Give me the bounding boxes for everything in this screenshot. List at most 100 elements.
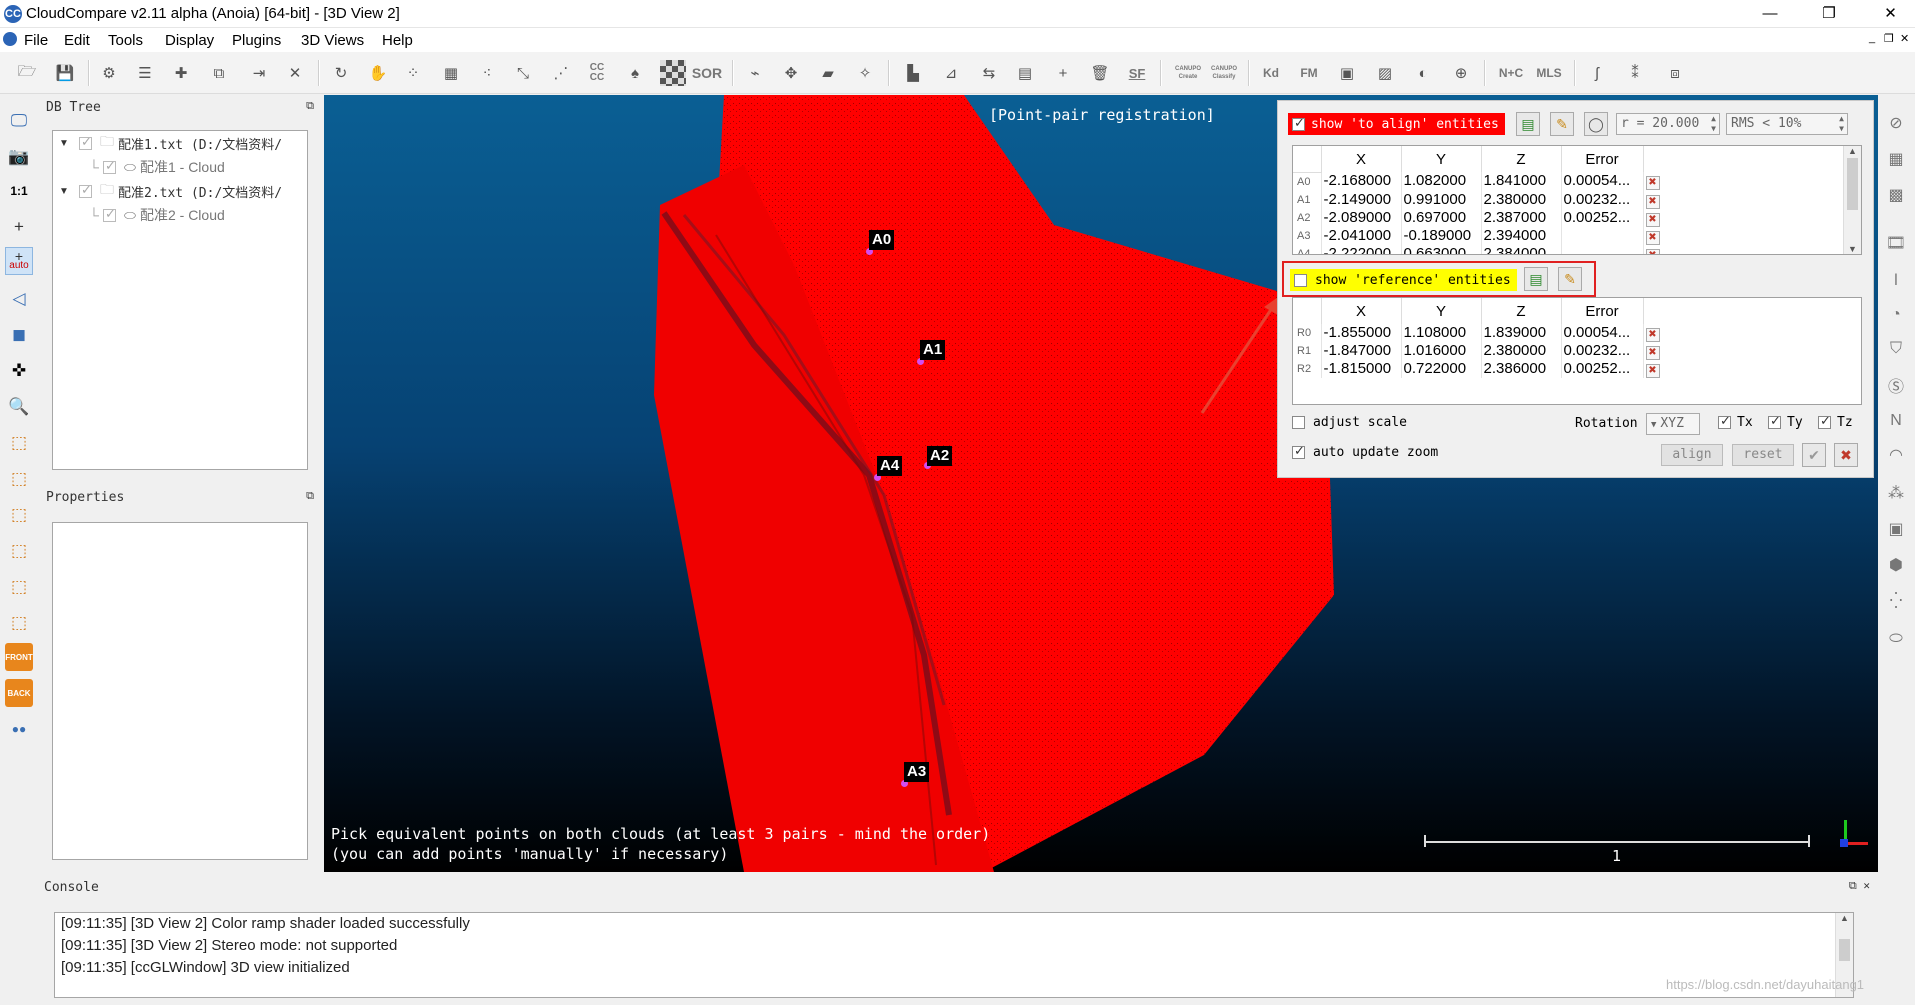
tree-item[interactable]: └ ⬭ 配准2 - Cloud [53,203,307,227]
noise-icon[interactable]: ⁖ [474,60,500,86]
auto-pivot-icon[interactable]: + auto [5,247,33,275]
sphere-radius-icon[interactable]: ◯ [1584,112,1608,136]
menu-tools[interactable]: Tools [108,32,143,49]
visibility-checkbox[interactable] [79,134,92,150]
table-row[interactable]: A2 -2.089000 0.697000 2.387000 0.00252... ✖ [1293,208,1663,227]
sample-icon[interactable]: ⁘ [400,60,426,86]
back-iso-icon[interactable]: BACK [5,679,33,707]
kd-icon[interactable]: Kd [1258,60,1284,86]
remove-point-icon[interactable]: ✖ [1645,248,1660,254]
remove-point-icon[interactable]: ✖ [1645,212,1660,227]
chevron-down-icon[interactable]: ▼ [1651,420,1656,430]
ellipse-icon[interactable]: ⬭ [1882,625,1910,653]
pcv-icon[interactable]: ▣ [1882,515,1910,543]
close-button[interactable]: ✕ [1866,0,1915,28]
tree-item[interactable]: ▼ 🗀 配准2.txt (D:/文档资料/ [53,179,307,203]
remove-point-icon[interactable]: ✖ [1645,194,1660,209]
scroll-down-icon[interactable]: ▼ [1844,244,1861,254]
restore-button[interactable]: ❐ [1806,0,1852,28]
mdi-minimize-button[interactable]: _ [1869,32,1875,44]
align-icon[interactable]: ✧ [852,60,878,86]
translate-icon[interactable]: ✥ [778,60,804,86]
left-view-icon[interactable]: ⬚ [5,501,33,529]
merge-icon[interactable]: ✚ [168,60,194,86]
float-panel-icon[interactable]: ⧉ [306,489,314,503]
cube-icon[interactable]: ◼ [5,321,33,349]
ty-option[interactable]: Ty [1768,413,1803,430]
align-button[interactable]: align [1661,444,1723,466]
remove-point-icon[interactable]: ✖ [1645,328,1660,342]
grid-icon[interactable]: ▩ [1882,181,1910,209]
m3c2-icon[interactable]: ⁂ [1882,479,1910,507]
mdi-close-button[interactable]: ✕ [1900,32,1909,45]
curve-icon[interactable]: ʃ [1584,60,1610,86]
auto-update-zoom-checkbox[interactable] [1292,443,1305,459]
menu-plugins[interactable]: Plugins [232,32,281,49]
validate-icon[interactable]: ✔ [1802,443,1826,467]
crop-icon[interactable]: ⋰ [548,60,574,86]
sf-circle-icon[interactable]: Ⓢ [1882,371,1910,399]
spinner-arrows-icon[interactable]: ▲ ▼ [1839,114,1844,134]
bottom-view-icon[interactable]: ⬚ [5,609,33,637]
menu-edit[interactable]: Edit [64,32,90,49]
to-align-checkbox[interactable] [1292,115,1305,131]
table-row[interactable]: R2 -1.815000 0.722000 2.386000 0.00252... ✖ [1293,360,1663,378]
sphere-icon[interactable]: ◐ [1410,60,1436,86]
pencil-icon[interactable]: ✎ [1558,267,1582,291]
scroll-up-icon[interactable]: ▲ [1844,146,1861,156]
camera-icon[interactable]: 📷 [5,143,33,171]
table-row[interactable]: A4 -2.222000 0.663000 2.384000 ✖ [1293,244,1663,254]
remove-point-icon[interactable]: ✖ [1645,346,1660,360]
layers-icon[interactable]: ▤ [1524,267,1548,291]
tz-option[interactable]: Tz [1818,413,1853,430]
canupo-classify-icon[interactable]: CANUPO Classify [1208,60,1240,86]
sf-icon[interactable]: SF [1124,60,1150,86]
adjust-scale-checkbox[interactable] [1292,416,1305,429]
hexagon-icon[interactable]: ⬢ [1882,551,1910,579]
back-view-icon[interactable]: ⬚ [5,537,33,565]
rotation-select[interactable]: ▼ XYZ [1646,413,1700,435]
menu-3d-views[interactable]: 3D Views [301,32,364,49]
to-align-toggle[interactable]: show 'to align' entities [1288,113,1505,135]
histogram-icon[interactable]: ▙ [900,60,926,86]
brush-icon[interactable]: ǀ [1882,267,1910,295]
canupo-create-icon[interactable]: CANUPO Create [1172,60,1204,86]
delete-icon[interactable]: ✕ [282,60,308,86]
plugin2-icon[interactable]: ▨ [1372,60,1398,86]
menu-display[interactable]: Display [165,32,214,49]
mls-icon[interactable]: MLS [1536,60,1562,86]
cancel-icon[interactable]: ✖ [1834,443,1858,467]
display-icon[interactable]: 🖵 [5,107,33,135]
adjust-scale-option[interactable]: adjust scale [1292,415,1407,430]
filter-icon[interactable]: ♠ [622,60,648,86]
pencil-icon[interactable]: ✎ [1550,112,1574,136]
auto-update-zoom-option[interactable]: auto update zoom [1292,443,1438,460]
add-icon[interactable]: + [1050,60,1076,86]
spinner-arrows-icon[interactable]: ▲ ▼ [1711,114,1716,134]
table-row[interactable]: A0 -2.168000 1.082000 1.841000 0.00054... ✖ [1293,172,1663,191]
chart-icon[interactable]: ⊿ [938,60,964,86]
scroll-thumb[interactable] [1847,158,1858,210]
hand-icon[interactable]: ✋ [365,60,391,86]
north-icon[interactable]: N [1882,407,1910,435]
hpr-icon[interactable]: ◠ [1882,441,1910,469]
remove-point-icon[interactable]: ✖ [1645,364,1660,378]
cc-icon[interactable]: CC CC [584,60,610,86]
plugin-icon[interactable]: ▣ [1334,60,1360,86]
tree-item[interactable]: ▼ 🗀 配准1.txt (D:/文档资料/ [53,131,307,155]
pivot-icon[interactable]: + [5,213,33,241]
subsample-icon[interactable]: ▦ [438,60,464,86]
film-icon[interactable]: 🎞 [1882,229,1910,257]
export-icon[interactable]: ⇥ [246,60,272,86]
scatter-icon[interactable]: ⁑ [1622,60,1648,86]
nc-icon[interactable]: N+C [1498,60,1524,86]
float-panel-icon[interactable]: ⧉ ✕ [1849,879,1870,893]
normal-icon[interactable]: ⌁ [742,60,768,86]
sor-icon[interactable]: SOR [692,60,722,86]
segment-icon[interactable]: ⤡ [510,60,536,86]
table-icon[interactable]: ▤ [1012,60,1038,86]
reference-toggle[interactable]: show 'reference' entities [1290,269,1517,291]
mdi-restore-button[interactable]: ❐ [1884,32,1894,45]
move-icon[interactable]: ⧈ [1662,60,1688,86]
front-view-icon[interactable]: ⬚ [5,465,33,493]
